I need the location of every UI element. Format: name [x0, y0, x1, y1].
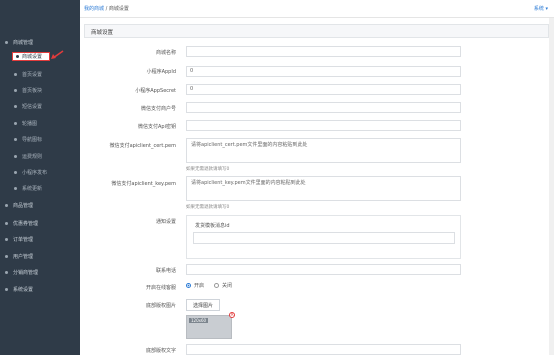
bullet-icon: [14, 155, 17, 158]
sidebar-item-label: 商城设置: [22, 54, 43, 60]
system-menu-dropdown[interactable]: 系统 ▾: [534, 5, 548, 12]
copyright-text-input[interactable]: [186, 344, 461, 355]
breadcrumb: 我的商城 / 商城设置: [84, 5, 129, 12]
bullet-icon: [5, 288, 8, 291]
bullet-icon: [14, 171, 17, 174]
sidebar-item-shipping-rules[interactable]: 运费规则: [0, 150, 80, 163]
sidebar-item-label: 小程序发布: [22, 170, 48, 176]
bullet-icon: [16, 55, 19, 58]
online-service-on-option[interactable]: 开启: [186, 282, 204, 289]
bullet-icon: [14, 138, 17, 141]
key-pem-label: 微信支付apiclient_key.pem: [111, 181, 176, 187]
template-id-input[interactable]: [193, 232, 455, 244]
bullet-icon: [14, 187, 17, 190]
panel-header: 商城设置: [84, 24, 549, 38]
choose-image-button[interactable]: 选择图片: [186, 299, 220, 311]
sidebar-item-distributor-management[interactable]: 分销商管理: [0, 266, 80, 279]
sidebar-item-order-management[interactable]: 订单管理: [0, 233, 80, 246]
cert-pem-textarea[interactable]: 请将apiclient_cert.pem文件里面的内容粘贴到此处: [186, 138, 461, 163]
store-name-label: 商城名称: [155, 50, 176, 56]
sidebar-item-system-update[interactable]: 系统更新: [0, 182, 80, 195]
sidebar-item-label: 用户管理: [13, 254, 34, 260]
remove-image-icon[interactable]: ×: [229, 312, 235, 318]
bullet-icon: [14, 73, 17, 76]
copyright-image-label: 底部版权图片: [145, 303, 176, 309]
phone-label: 联系电话: [155, 268, 176, 274]
mch-id-input[interactable]: [186, 102, 461, 113]
online-service-off-option[interactable]: 关闭: [214, 282, 232, 289]
sidebar-item-label: 优惠券管理: [13, 221, 39, 227]
sidebar-item-label: 商品管理: [13, 203, 34, 209]
sidebar-item-miniapp-publish[interactable]: 小程序发布: [0, 166, 80, 179]
bullet-icon: [14, 122, 17, 125]
sidebar-item-label: 首页设置: [22, 72, 43, 78]
sidebar-item-product-management[interactable]: 商品管理: [0, 199, 80, 212]
sidebar-item-label: 系统更新: [22, 186, 43, 192]
sidebar-item-label: 商城管理: [13, 40, 34, 46]
thumbnail-size-label: 120x60: [189, 318, 209, 323]
sidebar-item-nav-icons[interactable]: 导航图标: [0, 133, 80, 146]
top-bar: 我的商城 / 商城设置 系统 ▾: [80, 0, 554, 18]
sidebar-item-user-management[interactable]: 用户管理: [0, 250, 80, 263]
bullet-icon: [5, 255, 8, 258]
cert-pem-label: 微信支付apiclient_cert.pem: [109, 143, 176, 149]
online-service-on-label: 开启: [194, 283, 205, 289]
store-name-input[interactable]: [186, 46, 461, 57]
online-service-label: 开启在线客服: [145, 285, 176, 291]
radio-checked-icon[interactable]: [186, 283, 191, 288]
bullet-icon: [5, 204, 8, 207]
sidebar-item-carousel[interactable]: 轮播图: [0, 117, 80, 130]
online-service-off-label: 关闭: [222, 283, 233, 289]
sidebar-item-home-settings[interactable]: 首页设置: [0, 68, 80, 81]
appid-label: 小程序AppId: [146, 69, 176, 75]
sidebar-item-label: 分销商管理: [13, 270, 39, 276]
annotation-arrow-icon: [51, 50, 64, 59]
sidebar-item-label: 订单管理: [13, 237, 34, 243]
bullet-icon: [5, 222, 8, 225]
appsecret-input[interactable]: 0: [186, 84, 461, 95]
sidebar-item-store-management[interactable]: 商城管理: [0, 36, 80, 49]
sidebar-item-label: 导航图标: [22, 137, 43, 143]
online-service-radio-group: 开启 关闭: [186, 282, 242, 289]
sidebar: 商城管理 商城设置 首页设置 首页板块 短信设置 轮播图 导航图标 运费规则 小…: [0, 0, 80, 355]
mch-id-label: 微信支付商户号: [140, 106, 176, 112]
key-pem-textarea[interactable]: 请将apiclient_key.pem文件里面的内容粘贴到此处: [186, 176, 461, 201]
bullet-icon: [14, 89, 17, 92]
radio-unchecked-icon[interactable]: [214, 283, 220, 288]
sidebar-item-label: 轮播图: [22, 121, 38, 127]
sidebar-item-home-blocks[interactable]: 首页板块: [0, 84, 80, 97]
page-scrollbar[interactable]: [549, 18, 554, 355]
bullet-icon: [5, 41, 8, 44]
sidebar-item-coupon-management[interactable]: 优惠券管理: [0, 217, 80, 230]
sidebar-item-sms-settings[interactable]: 短信设置: [0, 100, 80, 113]
breadcrumb-separator: /: [105, 6, 108, 12]
appid-input[interactable]: 0: [186, 66, 461, 77]
sidebar-item-store-settings[interactable]: 商城设置: [12, 52, 50, 61]
sidebar-item-system-settings[interactable]: 系统设置: [0, 283, 80, 296]
key-pem-hint: 如果无需退款请填写0: [186, 205, 230, 210]
breadcrumb-current: 商城设置: [108, 6, 129, 12]
sidebar-item-label: 短信设置: [22, 104, 43, 110]
phone-input[interactable]: [186, 264, 461, 275]
bullet-icon: [5, 238, 8, 241]
notify-settings-label: 通知设置: [155, 219, 176, 225]
sidebar-item-label: 运费规则: [22, 154, 43, 160]
template-id-label: 发货模板消息id: [195, 223, 230, 229]
sidebar-item-label: 首页板块: [22, 88, 43, 94]
cert-pem-hint: 如果无需退款请填写0: [186, 167, 230, 172]
panel-title: 商城设置: [91, 30, 114, 36]
notify-settings-box: 发货模板消息id: [186, 215, 461, 259]
bullet-icon: [5, 271, 8, 274]
api-key-label: 微信支付Api密钥: [138, 124, 176, 130]
bullet-icon: [14, 105, 17, 108]
api-key-input[interactable]: [186, 120, 461, 131]
breadcrumb-home-link[interactable]: 我的商城: [84, 6, 104, 12]
copyright-text-label: 底部版权文字: [145, 348, 176, 354]
sidebar-item-label: 系统设置: [13, 287, 34, 293]
copyright-image-thumbnail: 120x60: [186, 315, 232, 339]
appsecret-label: 小程序AppSecret: [135, 88, 176, 94]
